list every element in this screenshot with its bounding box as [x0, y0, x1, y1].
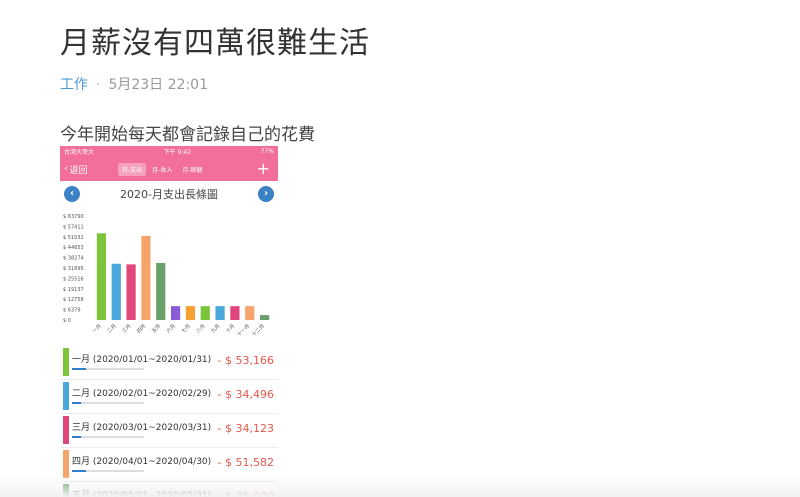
chart-header: ‹ 2020-月支出長條圖 ›	[60, 181, 278, 207]
y-tick-label: $ 12758	[63, 297, 84, 303]
month-amount: - $ 51,582	[217, 456, 274, 469]
chart-bar	[111, 263, 121, 320]
add-icon[interactable]: +	[257, 159, 270, 178]
x-tick-label: 二月	[106, 323, 117, 334]
back-label: 返回	[69, 165, 88, 176]
status-time: 下午 9:42	[163, 149, 192, 156]
y-tick-label: $ 6379	[63, 308, 81, 314]
post-date: 5月23日 22:01	[108, 77, 208, 93]
progress-fill	[72, 368, 87, 370]
month-amount: - $ 34,123	[217, 422, 274, 435]
bar-chart: $ 63790 $ 57411 $ 51032 $ 44653 $ 38274 $ 318…	[63, 214, 270, 338]
prev-month-button[interactable]: ‹	[64, 186, 80, 202]
month-amount: - $ 53,166	[217, 354, 274, 367]
screenshot-image: 台湾大哥大 下午 9:42 77% ‹ 返回 月-支出 月-收入 月-餘額 + …	[60, 146, 278, 497]
category-link[interactable]: 工作	[60, 77, 88, 93]
bottom-fade	[0, 475, 800, 497]
post-title: 月薪沒有四萬很難生活	[60, 26, 370, 61]
progress-bar	[72, 470, 144, 472]
chart-bar	[259, 315, 270, 320]
progress-bar	[72, 402, 144, 404]
y-tick-label: $ 51032	[63, 235, 84, 241]
x-tick-label: 四月	[136, 323, 147, 334]
chart-bar	[96, 233, 107, 320]
x-tick-label: 九月	[209, 322, 221, 334]
x-tick-label: 十月	[224, 322, 236, 334]
color-marker	[63, 382, 69, 410]
chart-bar	[230, 306, 240, 320]
progress-fill	[72, 470, 86, 472]
segment-balance[interactable]: 月-餘額	[178, 163, 206, 176]
chart-bar	[126, 264, 136, 320]
chart-title: 2020-月支出長條圖	[120, 188, 218, 201]
month-label: 三月 (2020/03/01~2020/03/31)	[72, 423, 212, 433]
color-marker	[63, 450, 69, 478]
y-tick-label: $ 57411	[63, 224, 84, 230]
y-tick-label: $ 38274	[63, 256, 84, 262]
next-month-button[interactable]: ›	[258, 186, 274, 202]
y-tick-label: $ 25516	[63, 276, 84, 282]
progress-fill	[72, 436, 82, 438]
back-button[interactable]: ‹ 返回	[64, 163, 88, 176]
month-row[interactable]: 三月 (2020/03/01~2020/03/31) - $ 34,123	[60, 414, 278, 448]
x-tick-label: 八月	[195, 323, 206, 334]
chart-bar	[185, 306, 196, 320]
x-tick-label: 十二月	[250, 322, 266, 338]
y-tick-label: $ 44653	[63, 245, 84, 251]
meta-separator: ·	[96, 77, 101, 93]
y-tick-label: $ 19137	[63, 287, 84, 293]
x-tick-label: 五月	[151, 323, 162, 334]
chart-bar	[156, 262, 166, 320]
progress-fill	[72, 402, 82, 404]
color-marker	[63, 348, 69, 376]
x-tick-label: 三月	[121, 323, 132, 334]
x-tick-label: 十一月	[236, 322, 252, 338]
month-label: 四月 (2020/04/01~2020/04/30)	[72, 457, 212, 467]
progress-bar	[72, 436, 144, 438]
month-amount: - $ 34,496	[217, 388, 274, 401]
y-tick-label: $ 0	[63, 318, 71, 324]
y-tick-label: $ 63790	[63, 214, 84, 220]
chart-bar	[215, 306, 225, 320]
chart-bar	[170, 306, 181, 320]
x-tick-label: 七月	[180, 322, 192, 334]
carrier-label: 台湾大哥大	[64, 149, 95, 156]
month-row[interactable]: 二月 (2020/02/01~2020/02/29) - $ 34,496	[60, 380, 278, 414]
chevron-left-icon: ‹	[64, 164, 68, 174]
color-marker	[63, 416, 69, 444]
month-row[interactable]: 一月 (2020/01/01~2020/01/31) - $ 53,166	[60, 346, 278, 380]
status-bar: 台湾大哥大 下午 9:42 77%	[60, 146, 278, 157]
x-tick-label: 六月	[165, 322, 177, 334]
nav-bar: ‹ 返回 月-支出 月-收入 月-餘額 +	[60, 157, 278, 181]
segment-income[interactable]: 月-收入	[148, 163, 176, 176]
segment-expense[interactable]: 月-支出	[118, 163, 147, 176]
month-label: 二月 (2020/02/01~2020/02/29)	[72, 389, 212, 399]
post-meta: 工作 · 5月23日 22:01	[60, 74, 208, 94]
battery-label: 77%	[260, 148, 274, 155]
x-tick-label: 一月	[92, 323, 103, 334]
post-intro: 今年開始每天都會記錄自己的花費	[60, 125, 315, 145]
month-label: 一月 (2020/01/01~2020/01/31)	[72, 355, 212, 365]
y-tick-label: $ 31895	[63, 266, 84, 272]
chart-bar	[200, 306, 210, 320]
segment-control: 月-支出 月-收入 月-餘額	[118, 163, 209, 176]
chart-bar	[245, 306, 255, 320]
progress-bar	[72, 368, 144, 370]
chart-bar	[141, 235, 151, 320]
